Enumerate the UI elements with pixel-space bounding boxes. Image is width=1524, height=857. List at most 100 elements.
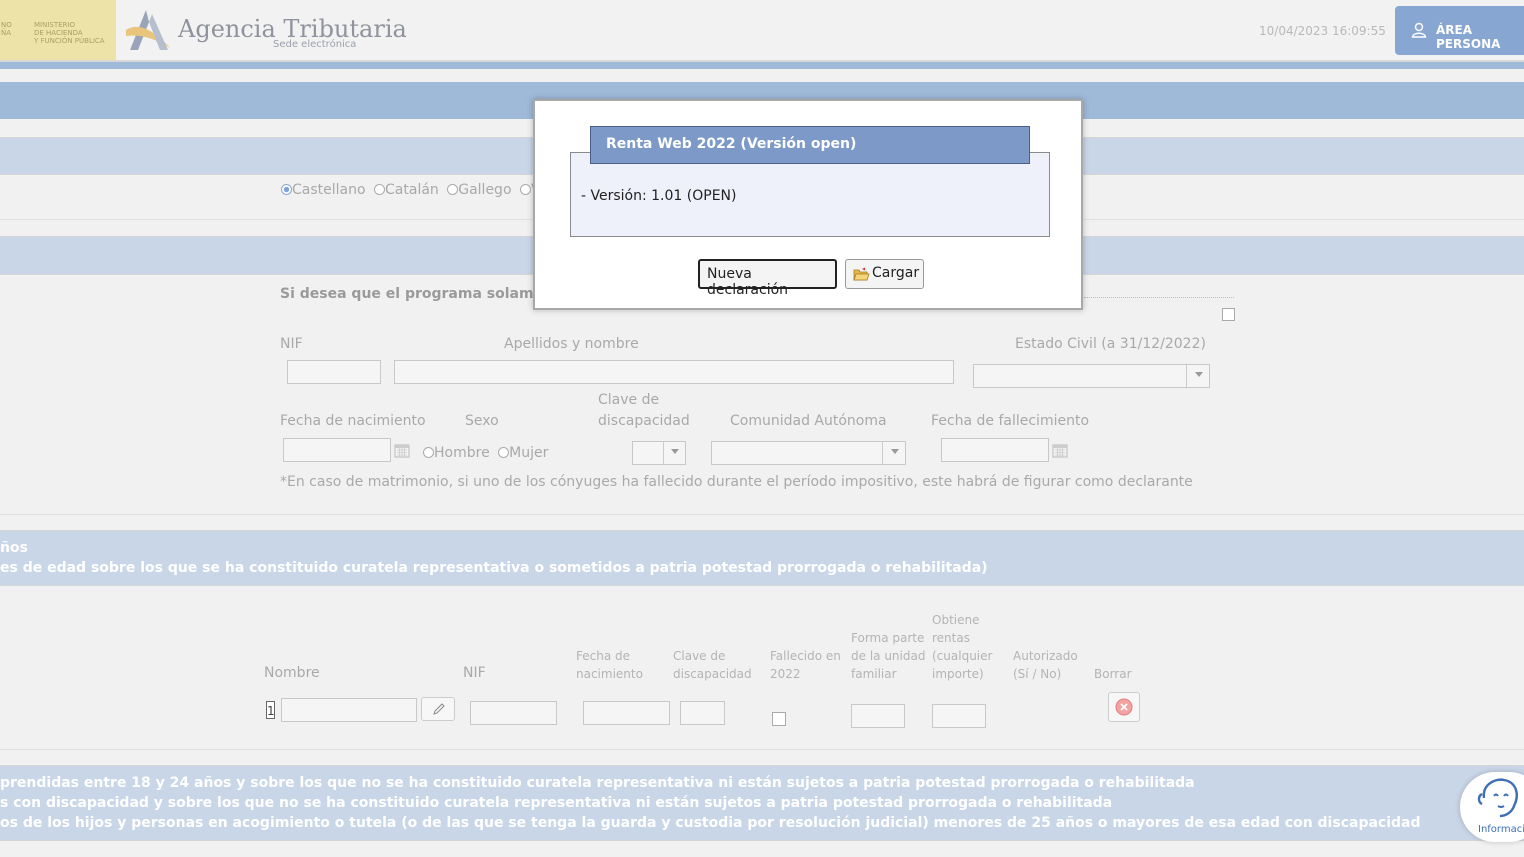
new-declaration-label: Nueva declaración: [707, 266, 789, 298]
session-datetime: 10/04/2023 16:09:55: [1259, 24, 1386, 38]
pencil-icon: [433, 703, 445, 715]
children-section-subtitle: es de edad sobre los que se ha constitui…: [0, 560, 988, 576]
descendants-section-header: prendidas entre 18 y 24 años y sobre los…: [0, 765, 1524, 841]
descendants-text-3: os de los hijos y personas en acogimient…: [0, 815, 1421, 831]
calendar-icon[interactable]: [1052, 443, 1068, 458]
sex-mujer-label: Mujer: [509, 445, 549, 461]
col-autorizado-line-1: Autorizado: [1013, 649, 1078, 663]
child-birth-date-input[interactable]: [583, 701, 670, 725]
divider: [0, 749, 1524, 750]
col-forma-parte: Forma parte de la unidad familiar: [851, 629, 925, 683]
child-deceased-checkbox[interactable]: [772, 712, 786, 726]
delete-row-button[interactable]: [1108, 692, 1140, 722]
divider: [0, 514, 1524, 515]
gov-logo-text-2: ÑA: [1, 29, 12, 37]
radio-catalan[interactable]: [374, 184, 386, 195]
load-label: Cargar: [872, 265, 920, 281]
gov-logo-text-1: NO: [1, 21, 12, 29]
child-name-input[interactable]: [281, 698, 417, 722]
radio-hombre[interactable]: [423, 447, 434, 458]
death-date-label: Fecha de fallecimiento: [931, 413, 1090, 429]
col-forma-line-3: familiar: [851, 667, 897, 681]
descendants-text-1: prendidas entre 18 y 24 años y sobre los…: [0, 775, 1195, 791]
nif-input[interactable]: [287, 360, 381, 384]
col-fallecido-line-2: 2022: [770, 667, 801, 681]
declarant-intro-text: Si desea que el programa solamente: [280, 286, 570, 302]
disability-select[interactable]: [632, 441, 686, 465]
radio-mujer[interactable]: [498, 447, 510, 458]
language-selector: Castellano Catalán Gallego V: [281, 182, 541, 198]
nif-label: NIF: [280, 336, 303, 352]
descendants-text-2: s con discapacidad y sobre los que no se…: [0, 795, 1113, 811]
delete-icon: [1115, 698, 1133, 716]
civil-status-label: Estado Civil (a 31/12/2022): [1015, 336, 1206, 352]
child-family-unit-input[interactable]: [851, 704, 905, 728]
col-obtiene-rentas: Obtiene rentas (cualquier importe): [932, 611, 992, 683]
sex-radio-group: Hombre Mujer: [423, 445, 548, 461]
only-declarant-checkbox[interactable]: [1222, 308, 1235, 321]
col-obtiene-line-2: rentas: [932, 631, 970, 645]
col-clave-line-1: Clave de: [673, 649, 726, 663]
name-input[interactable]: [394, 360, 954, 384]
chevron-down-icon: [1195, 372, 1203, 377]
col-fallecido-line-1: Fallecido en: [770, 649, 841, 663]
chevron-down-icon: [671, 449, 679, 454]
col-borrar: Borrar: [1094, 667, 1132, 681]
col-nif: NIF: [463, 665, 486, 681]
radio-other-language[interactable]: [519, 184, 531, 195]
new-declaration-button[interactable]: Nueva declaración: [698, 259, 837, 298]
language-gallego-label: Gallego: [458, 182, 512, 198]
personal-area-button[interactable]: ÁREA PERSONA: [1395, 6, 1524, 55]
language-catalan-label: Catalán: [385, 182, 439, 198]
radio-castellano[interactable]: [281, 184, 292, 195]
agency-subtitle: Sede electrónica: [273, 39, 357, 50]
chevron-down-icon: [891, 449, 899, 454]
user-icon: [1411, 22, 1427, 38]
death-date-input[interactable]: [941, 438, 1049, 462]
col-obtiene-line-1: Obtiene: [932, 613, 980, 627]
region-select[interactable]: [711, 441, 906, 465]
birth-date-label: Fecha de nacimiento: [280, 413, 426, 429]
child-income-input[interactable]: [932, 704, 986, 728]
info-assistant-label: Informaci: [1478, 824, 1524, 835]
gov-logo-text-4: DE HACIENDA: [34, 29, 83, 37]
col-nombre: Nombre: [264, 665, 320, 681]
child-nif-input[interactable]: [470, 701, 557, 725]
version-text: - Versión: 1.01 (OPEN): [581, 188, 737, 204]
col-obtiene-line-4: importe): [932, 667, 984, 681]
name-label: Apellidos y nombre: [504, 336, 639, 352]
dialog-title-bar: Renta Web 2022 (Versión open): [590, 126, 1030, 164]
gov-logo-text-3: MINISTERIO: [34, 21, 75, 29]
col-fecha-nacimiento: Fecha de nacimiento: [576, 647, 643, 683]
col-forma-line-2: de la unidad: [851, 649, 926, 663]
calendar-icon[interactable]: [394, 443, 410, 458]
load-button[interactable]: Cargar: [845, 259, 924, 289]
gov-logo-text-5: Y FUNCIÓN PÚBLICA: [34, 37, 105, 45]
col-autorizado: Autorizado (Sí / No): [1013, 647, 1078, 683]
children-section-title: ños: [0, 540, 28, 556]
sex-label: Sexo: [465, 413, 499, 429]
dotted-divider: [1084, 297, 1234, 298]
personal-area-label: ÁREA PERSONA: [1436, 23, 1501, 51]
region-label: Comunidad Autónoma: [730, 413, 887, 429]
assistant-face-icon: [1477, 778, 1518, 818]
col-obtiene-line-3: (cualquier: [932, 649, 993, 663]
sex-hombre-label: Hombre: [434, 445, 490, 461]
version-dialog: Renta Web 2022 (Versión open) - Versión:…: [533, 99, 1083, 310]
disability-label-2: discapacidad: [598, 413, 690, 429]
language-castellano-label: Castellano: [292, 182, 366, 198]
radio-gallego[interactable]: [447, 184, 459, 195]
info-assistant-button[interactable]: Informaci: [1460, 772, 1524, 842]
edit-name-button[interactable]: [421, 697, 455, 721]
col-clave-discapacidad: Clave de discapacidad: [673, 647, 752, 683]
agency-logo-icon: [126, 10, 170, 50]
col-clave-line-2: discapacidad: [673, 667, 752, 681]
civil-status-select[interactable]: [973, 364, 1210, 388]
col-autorizado-line-2: (Sí / No): [1013, 667, 1062, 681]
birth-date-input[interactable]: [283, 438, 391, 462]
disability-label-1: Clave de: [598, 392, 660, 408]
row-index: 1: [266, 701, 275, 719]
child-disability-input[interactable]: [680, 701, 725, 725]
government-logo: NO ÑA MINISTERIO DE HACIENDA Y FUNCIÓN P…: [0, 0, 116, 60]
header-accent-bar: [0, 62, 1524, 69]
